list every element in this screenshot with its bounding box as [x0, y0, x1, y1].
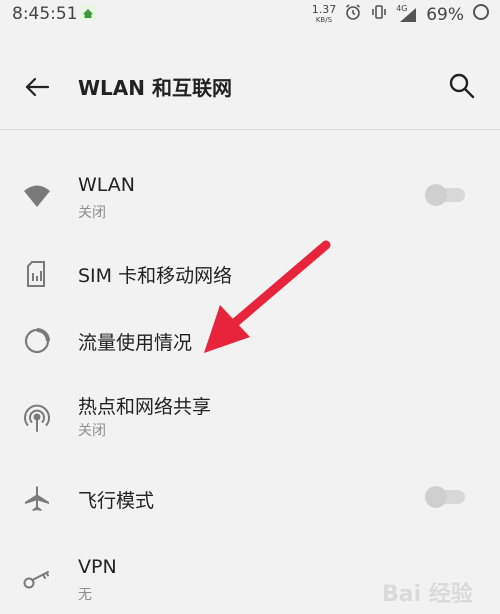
toolbar-divider	[0, 129, 500, 130]
settings-item-label: SIM 卡和移动网络	[78, 265, 233, 287]
hotspot-icon	[22, 404, 52, 434]
home-app-icon	[80, 5, 96, 26]
battery-icon	[472, 3, 490, 26]
settings-item-label: WLAN	[78, 174, 136, 196]
alarm-icon	[344, 3, 362, 26]
settings-item-sub: 无	[78, 587, 92, 603]
status-time: 8:45:51	[12, 4, 78, 24]
key-icon	[22, 564, 52, 594]
settings-item-hotspot[interactable]: 热点和网络共享 关闭	[0, 390, 500, 456]
settings-item-sim[interactable]: SIM 卡和移动网络	[0, 245, 500, 311]
search-icon	[449, 73, 475, 99]
settings-item-label: 流量使用情况	[78, 332, 193, 354]
search-button[interactable]	[446, 70, 478, 102]
settings-item-airplane[interactable]: 飞行模式	[0, 470, 500, 536]
settings-item-label: VPN	[78, 556, 117, 578]
wifi-icon	[22, 180, 52, 210]
settings-item-vpn[interactable]: VPN 无	[0, 546, 500, 612]
page-title: WLAN 和互联网	[78, 76, 232, 100]
sim-card-icon	[22, 259, 52, 289]
settings-item-sub: 关闭	[78, 205, 106, 221]
network-type: 4G	[396, 3, 408, 13]
battery-percent: 69%	[426, 4, 464, 25]
net-speed-unit: KB/S	[315, 15, 333, 24]
airplane-mode-toggle[interactable]	[425, 486, 467, 508]
status-right: 1.37 KB/S 4G 69%	[312, 3, 490, 26]
settings-item-sub: 关闭	[78, 423, 106, 439]
toggle-knob	[425, 184, 447, 206]
signal-icon: 4G	[396, 3, 418, 24]
toggle-knob	[425, 486, 447, 508]
toolbar: WLAN 和互联网	[0, 56, 500, 116]
back-button[interactable]	[22, 72, 52, 102]
data-usage-icon	[22, 326, 52, 356]
status-bar: 8:45:51 1.37 KB/S 4G 69%	[0, 0, 500, 30]
settings-item-label: 热点和网络共享	[78, 396, 212, 418]
net-speed-value: 1.37	[311, 2, 337, 16]
settings-item-wlan[interactable]: WLAN 关闭	[0, 172, 500, 238]
settings-item-label: 飞行模式	[78, 490, 155, 512]
vibrate-icon	[370, 3, 388, 26]
arrow-left-icon	[25, 77, 50, 97]
wlan-toggle[interactable]	[425, 184, 467, 206]
net-speed: 1.37 KB/S	[311, 2, 337, 25]
settings-item-data-usage[interactable]: 流量使用情况	[0, 312, 500, 378]
airplane-icon	[22, 484, 52, 514]
